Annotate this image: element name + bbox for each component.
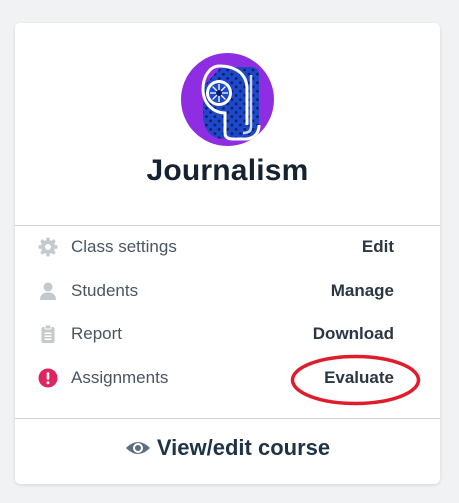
menu-label-assignments: Assignments (71, 368, 169, 387)
menu-label-students: Students (71, 281, 139, 300)
download-button[interactable]: Download (313, 324, 394, 344)
menu-label-report: Report (71, 324, 123, 343)
menu-row-class-settings: Class settings Edit (37, 232, 394, 262)
journalism-course-logo (181, 53, 274, 146)
gear-icon (37, 236, 59, 258)
menu-row-assignments: Assignments Evaluate (37, 363, 394, 393)
menu-label-class-settings: Class settings (71, 237, 177, 256)
divider-top (15, 225, 440, 226)
course-title: Journalism (146, 154, 309, 187)
course-card: Journalism Class settings Edit Students … (15, 23, 440, 484)
edit-button[interactable]: Edit (362, 237, 394, 257)
view-edit-course-link[interactable]: View/edit course (15, 435, 440, 461)
course-logo (181, 53, 274, 146)
divider-bottom (15, 418, 440, 419)
person-icon (37, 280, 59, 302)
clipboard-icon (37, 323, 59, 345)
menu-row-students: Students Manage (37, 276, 394, 306)
manage-button[interactable]: Manage (331, 281, 394, 301)
evaluate-button[interactable]: Evaluate (324, 368, 394, 388)
alert-icon (37, 367, 59, 389)
eye-icon (125, 439, 151, 457)
view-edit-course-label: View/edit course (156, 435, 331, 460)
menu-row-report: Report Download (37, 319, 394, 349)
